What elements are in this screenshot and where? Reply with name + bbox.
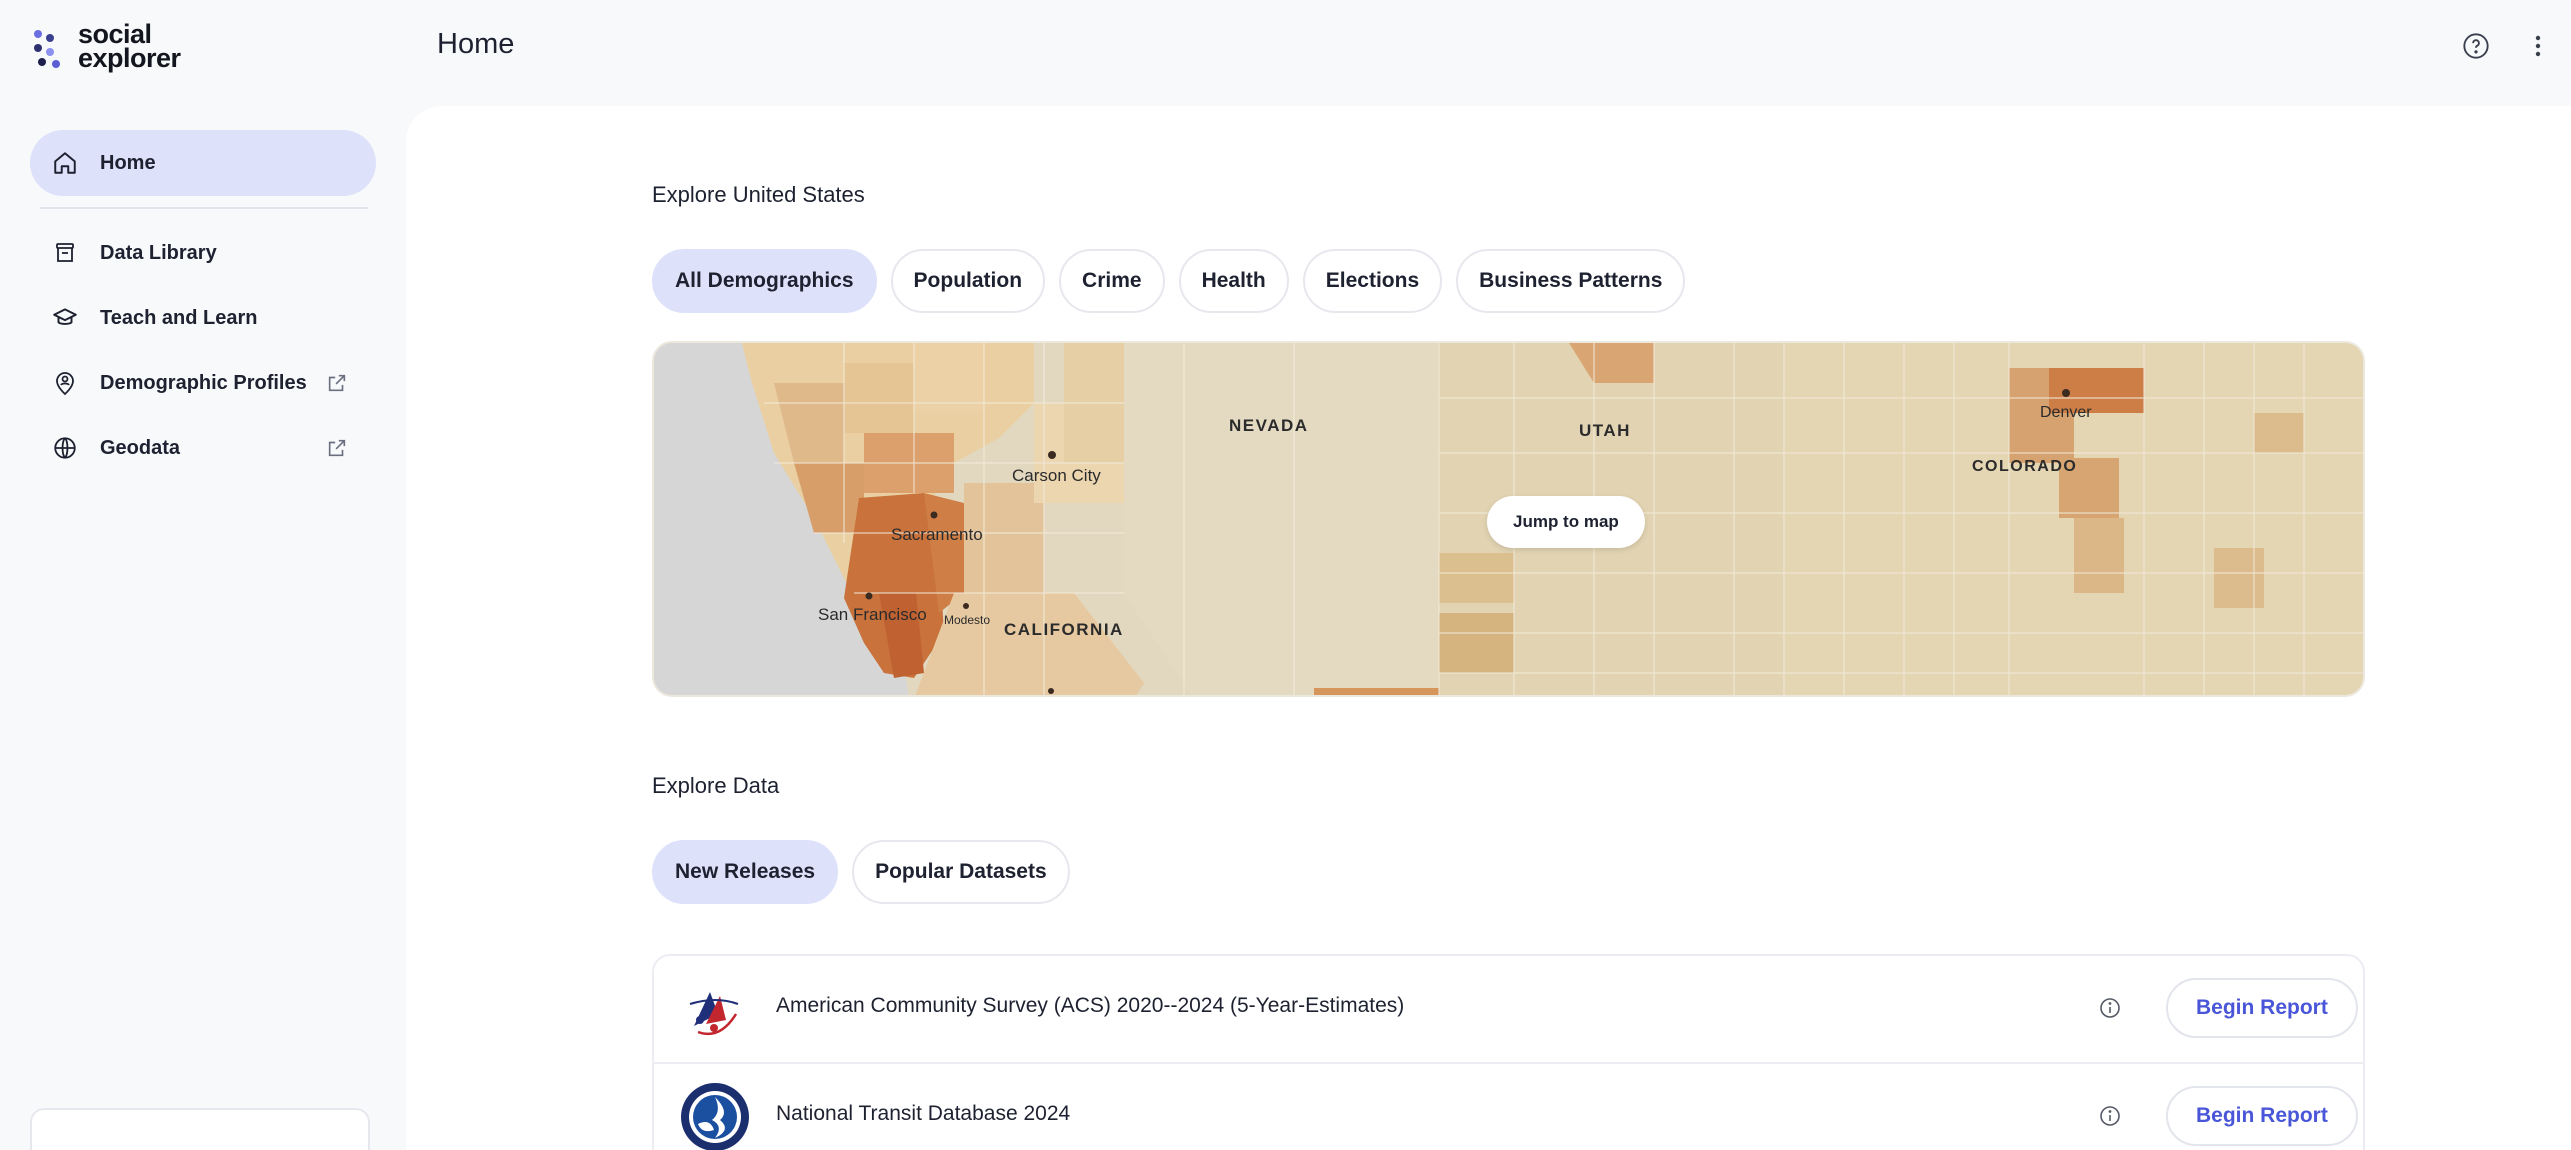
tab-popular-datasets[interactable]: Popular Datasets	[852, 840, 1070, 904]
tab-population[interactable]: Population	[890, 249, 1046, 313]
sidebar-item-label: Geodata	[100, 436, 181, 459]
sidebar-item-label: Demographic Profiles	[100, 371, 307, 394]
map-label-utah: UTAH	[1579, 421, 1631, 440]
sidebar-item-label: Home	[100, 151, 156, 174]
external-link-icon	[326, 437, 348, 459]
tab-crime[interactable]: Crime	[1059, 249, 1165, 313]
sidebar-item-label: Data Library	[100, 241, 217, 264]
explore-us-title: Explore United States	[652, 182, 865, 207]
jump-to-map-button[interactable]: Jump to map	[1487, 496, 1645, 548]
sidebar-item-geodata[interactable]: Geodata	[30, 415, 376, 481]
sidebar-item-teach-and-learn[interactable]: Teach and Learn	[30, 285, 376, 351]
app-logo[interactable]: social explorer	[34, 19, 181, 73]
help-circle-icon[interactable]	[2460, 30, 2492, 62]
page-title: Home	[437, 28, 515, 60]
demographic-tabs: All Demographics Population Crime Health…	[652, 249, 1686, 313]
tab-all-demographics[interactable]: All Demographics	[652, 249, 877, 313]
graduation-cap-icon	[50, 303, 80, 333]
archive-icon	[50, 238, 80, 268]
acs-logo-icon	[680, 974, 750, 1044]
globe-icon	[50, 433, 80, 463]
map-label-carson-city: Carson City	[1012, 466, 1101, 485]
begin-report-button[interactable]: Begin Report	[2166, 1086, 2358, 1146]
tab-new-releases[interactable]: New Releases	[652, 840, 839, 904]
sidebar-item-home[interactable]: Home	[30, 130, 376, 196]
sidebar-item-label: Teach and Learn	[100, 306, 258, 329]
external-link-icon	[326, 372, 348, 394]
map-pin-user-icon	[50, 368, 80, 398]
logo-text: social explorer	[78, 19, 181, 73]
map-label-modesto: Modesto	[944, 613, 990, 627]
tab-elections[interactable]: Elections	[1302, 249, 1443, 313]
tab-health[interactable]: Health	[1178, 249, 1289, 313]
logo-mark-icon	[34, 24, 66, 68]
home-icon	[50, 148, 80, 178]
sidebar-divider	[40, 207, 368, 209]
dataset-title: National Transit Database 2024	[776, 1102, 1071, 1125]
map-label-sacramento: Sacramento	[891, 525, 983, 544]
info-icon[interactable]	[2098, 996, 2122, 1020]
dataset-list: American Community Survey (ACS) 2020--20…	[652, 954, 2365, 1150]
sidebar-bottom-card[interactable]	[30, 1108, 370, 1150]
begin-report-button[interactable]: Begin Report	[2166, 978, 2358, 1038]
tab-business-patterns[interactable]: Business Patterns	[1456, 249, 1686, 313]
sidebar-item-demographic-profiles[interactable]: Demographic Profiles	[30, 350, 376, 416]
map-label-california: CALIFORNIA	[1004, 620, 1124, 639]
map-label-san-francisco: San Francisco	[818, 605, 927, 624]
dot-seal-icon	[680, 1082, 750, 1150]
main-panel: Explore United States All Demographics P…	[406, 106, 2571, 1150]
dataset-row[interactable]: American Community Survey (ACS) 2020--20…	[654, 956, 2363, 1064]
explore-data-title: Explore Data	[652, 773, 780, 798]
map-label-denver: Denver	[2040, 404, 2092, 421]
more-vertical-icon[interactable]	[2522, 30, 2554, 62]
info-icon[interactable]	[2098, 1104, 2122, 1128]
dataset-title: American Community Survey (ACS) 2020--20…	[776, 994, 1405, 1017]
map-preview[interactable]: NEVADA UTAH COLORADO CALIFORNIA Carson C…	[652, 341, 2365, 697]
sidebar-item-data-library[interactable]: Data Library	[30, 220, 376, 286]
map-label-colorado: COLORADO	[1972, 458, 2077, 475]
dataset-row[interactable]: National Transit Database 2024 Begin Rep…	[654, 1064, 2363, 1150]
dataset-tabs: New Releases Popular Datasets	[652, 840, 1070, 904]
map-label-nevada: NEVADA	[1229, 416, 1309, 435]
